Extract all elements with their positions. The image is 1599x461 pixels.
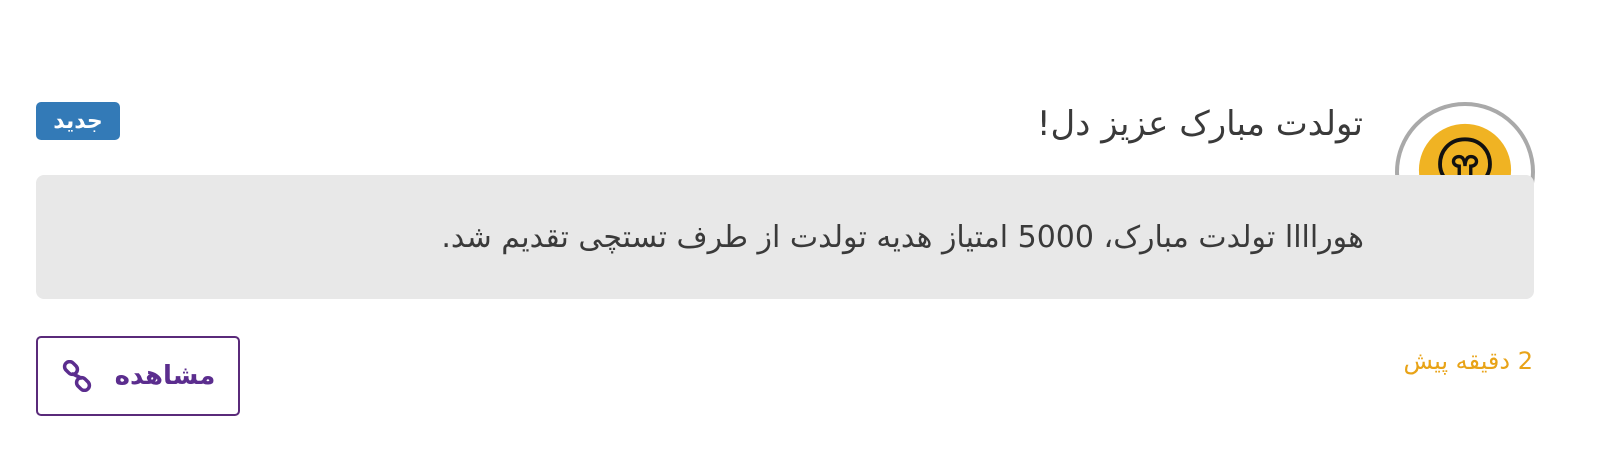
view-button[interactable]: مشاهده bbox=[36, 336, 240, 416]
new-badge: جدید bbox=[36, 102, 120, 140]
message-text: هوراااا تولدت مبارک، 5000 امتیاز هدیه تو… bbox=[441, 219, 1364, 255]
view-button-label: مشاهده bbox=[114, 361, 216, 391]
notification-title: تولدت مبارک عزیز دل! bbox=[1036, 104, 1363, 144]
timestamp: 2 دقیقه پیش bbox=[1403, 347, 1533, 375]
link-icon bbox=[61, 360, 93, 392]
notification-card: تولدت مبارک عزیز دل! جدید هوراااا تولدت … bbox=[0, 0, 1599, 461]
message-box: هوراااا تولدت مبارک، 5000 امتیاز هدیه تو… bbox=[36, 175, 1534, 299]
